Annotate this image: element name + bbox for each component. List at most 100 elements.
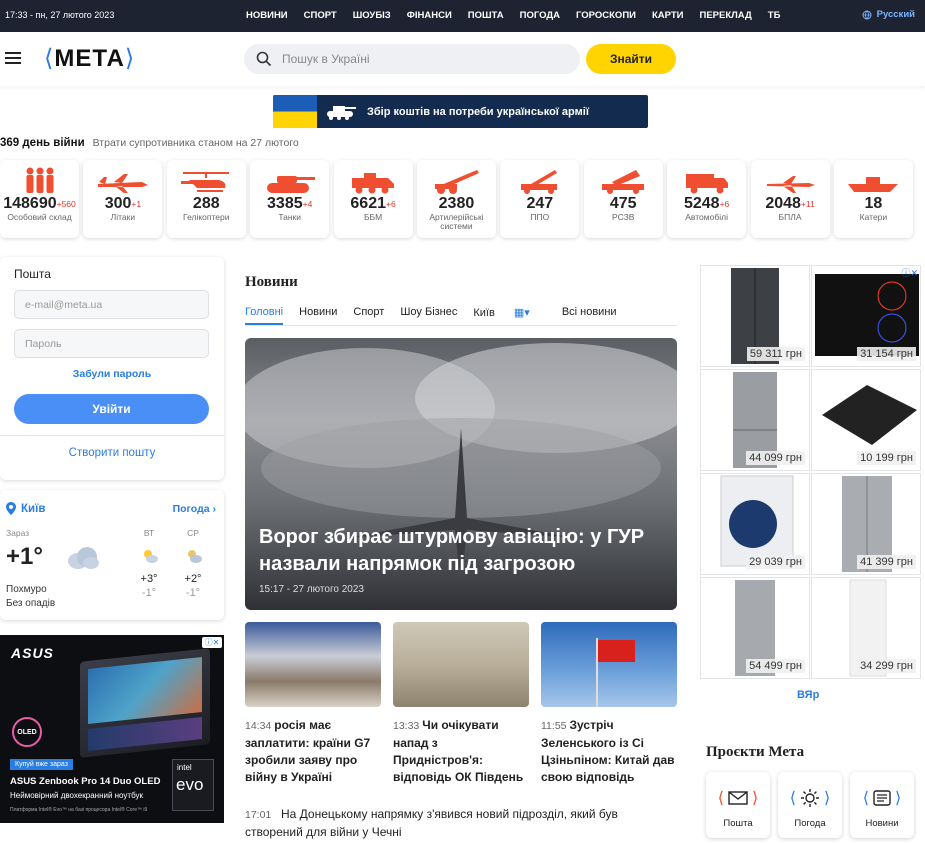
weather-city[interactable]: Київ [21, 503, 45, 515]
news-list-item[interactable]: 17:01 На Донецькому напрямку з'явився нов… [245, 806, 665, 841]
tab-kyiv[interactable]: Київ ▦▾ [473, 306, 545, 325]
nav-maps[interactable]: КАРТИ [652, 10, 684, 21]
loss-stat-tile: 148690+560 Особовий склад [0, 160, 79, 238]
news-time: 17:01 [245, 809, 272, 821]
language-label: Русский [876, 9, 915, 20]
intel-text: intel [177, 763, 192, 772]
banner-text: Збір коштів на потреби української армії [367, 105, 589, 118]
product-ad[interactable]: 34 299 грн [811, 577, 921, 679]
create-mail-link[interactable]: Створити пошту [14, 447, 210, 459]
tab-news[interactable]: Новини [299, 306, 337, 325]
product-ad[interactable]: 31 154 грн ⓘ✕ [811, 265, 921, 367]
ad-choices-icon[interactable]: ⓘ✕ [202, 637, 222, 648]
loss-stat-value: 148690+560 [0, 195, 79, 213]
tank-icon [250, 160, 329, 194]
product-ad[interactable]: 44 099 грн [700, 369, 810, 471]
language-switch[interactable]: Русский [862, 9, 915, 20]
project-news[interactable]: ⟨ ⟩ Новини [850, 772, 914, 838]
loss-value: 300 [104, 195, 132, 212]
product-ad[interactable]: 10 199 грн [811, 369, 921, 471]
army-fundraising-banner[interactable]: Збір коштів на потреби української армії [273, 95, 648, 128]
nav-weather[interactable]: ПОГОДА [520, 10, 560, 21]
product-ad[interactable]: 41 399 грн [811, 473, 921, 575]
loss-delta: +6 [719, 199, 730, 209]
news-card-text: 11:55 Зустріч Зеленського із Сі Цзіньпіно… [541, 717, 677, 786]
project-mail[interactable]: ⟨ ⟩ Пошта [706, 772, 770, 838]
vyar-logo[interactable]: ВЯр [797, 689, 819, 701]
current-datetime: 17:33 - пн, 27 лютого 2023 [5, 10, 115, 20]
loss-value: 18 [864, 195, 883, 212]
news-card[interactable]: 13:33 Чи очікувати напад з Придністров'я:… [393, 622, 529, 786]
loss-value: 288 [192, 195, 220, 212]
search-placeholder: Пошук в Україні [282, 52, 370, 66]
news-card[interactable]: 14:34 росія має заплатити: країни G7 зроб… [245, 622, 381, 786]
asus-advertisement[interactable]: ASUS ⓘ✕ OLED Купуй вже зараз ASUS Zenboo… [0, 635, 224, 823]
nav-mail[interactable]: ПОШТА [468, 10, 504, 21]
loss-delta: +4 [302, 199, 313, 209]
product-ad[interactable]: 59 311 грн [700, 265, 810, 367]
loss-stat-label: Гелікоптери [183, 212, 230, 222]
menu-icon[interactable] [5, 52, 21, 64]
login-title: Пошта [14, 267, 51, 281]
news-tabs: Головні Новини Спорт Шоу Бізнес Київ ▦▾ … [245, 306, 677, 326]
hero-date: 15:17 - 27 лютого 2023 [259, 584, 364, 595]
nav-news[interactable]: НОВИНИ [246, 10, 288, 21]
loss-delta: +11 [800, 199, 815, 209]
product-ad[interactable]: 54 499 грн [700, 577, 810, 679]
search-button[interactable]: Знайти [586, 44, 676, 74]
news-time: 13:33 [393, 720, 420, 732]
product-price: 31 154 грн [857, 347, 916, 361]
password-field[interactable]: Пароль [14, 329, 209, 358]
email-field[interactable]: e-mail@meta.ua [14, 290, 209, 319]
war-day-line: 369 день війни Втрати супротивника станом… [0, 137, 299, 149]
oled-badge: OLED [12, 717, 42, 747]
tab-sport[interactable]: Спорт [353, 306, 384, 325]
loss-stat-label: Літаки [110, 212, 136, 222]
nav-finance[interactable]: ФІНАНСИ [407, 10, 452, 21]
product-price: 29 039 грн [746, 555, 805, 569]
nav-translate[interactable]: ПЕРЕКЛАД [700, 10, 752, 21]
news-card-text: 13:33 Чи очікувати напад з Придністров'я:… [393, 717, 529, 786]
loss-stat-label: РСЗВ [612, 212, 635, 222]
project-label: Погода [794, 818, 826, 829]
news-section-title: Новини [245, 274, 298, 290]
product-ad[interactable]: 29 039 грн [700, 473, 810, 575]
news-time: 14:34 [245, 720, 272, 732]
wed-high: +2° [184, 573, 202, 585]
loss-stat-tile: 247 ППО [500, 160, 580, 238]
search-input[interactable]: Пошук в Україні [244, 44, 580, 74]
nav-tv[interactable]: ТБ [768, 10, 781, 21]
chevron-right-icon: › [212, 503, 217, 515]
loss-value: 475 [609, 195, 637, 212]
hero-news[interactable]: Ворог збирає штурмову авіацію: у ГУР наз… [245, 338, 677, 610]
ukraine-flag-icon [273, 95, 317, 128]
current-temperature: +1° [6, 543, 43, 570]
weather-forecast-link[interactable]: Погода › [173, 503, 216, 515]
ad-choices-icon[interactable]: ⓘ✕ [901, 266, 918, 279]
tab-showbiz[interactable]: Шоу Бізнес [400, 306, 457, 325]
forgot-password-link[interactable]: Забули пароль [14, 368, 210, 380]
nav-sport[interactable]: СПОРТ [304, 10, 337, 21]
logo[interactable]: ⟨МЕТА⟩ [44, 44, 135, 73]
losses-stats: 148690+560 Особовий склад 300+1 Літаки 288 Ге… [0, 160, 917, 238]
loss-value: 5248 [683, 195, 720, 212]
now-label: Зараз [6, 528, 30, 538]
tab-main[interactable]: Головні [245, 306, 284, 325]
loss-delta: +560 [56, 199, 76, 209]
nav-showbiz[interactable]: ШОУБІЗ [353, 10, 391, 21]
soldiers-icon [0, 160, 79, 194]
search-icon [256, 51, 272, 67]
product-price: 41 399 грн [857, 555, 916, 569]
tank-icon [327, 105, 356, 120]
project-weather[interactable]: ⟨ ⟩ Погода [778, 772, 842, 838]
tab-all-news[interactable]: Всі новини [562, 306, 617, 325]
news-time: 11:55 [541, 720, 567, 732]
mlrs-icon [584, 160, 663, 194]
air-defense-icon [500, 160, 579, 194]
login-button[interactable]: Увійти [14, 394, 209, 424]
asus-logo: ASUS [11, 645, 54, 661]
loss-stat-value: 247 [500, 195, 579, 213]
news-card[interactable]: 11:55 Зустріч Зеленського із Сі Цзіньпіно… [541, 622, 677, 786]
loss-value: 3385 [267, 195, 303, 212]
nav-horoscope[interactable]: ГОРОСКОПИ [576, 10, 636, 21]
